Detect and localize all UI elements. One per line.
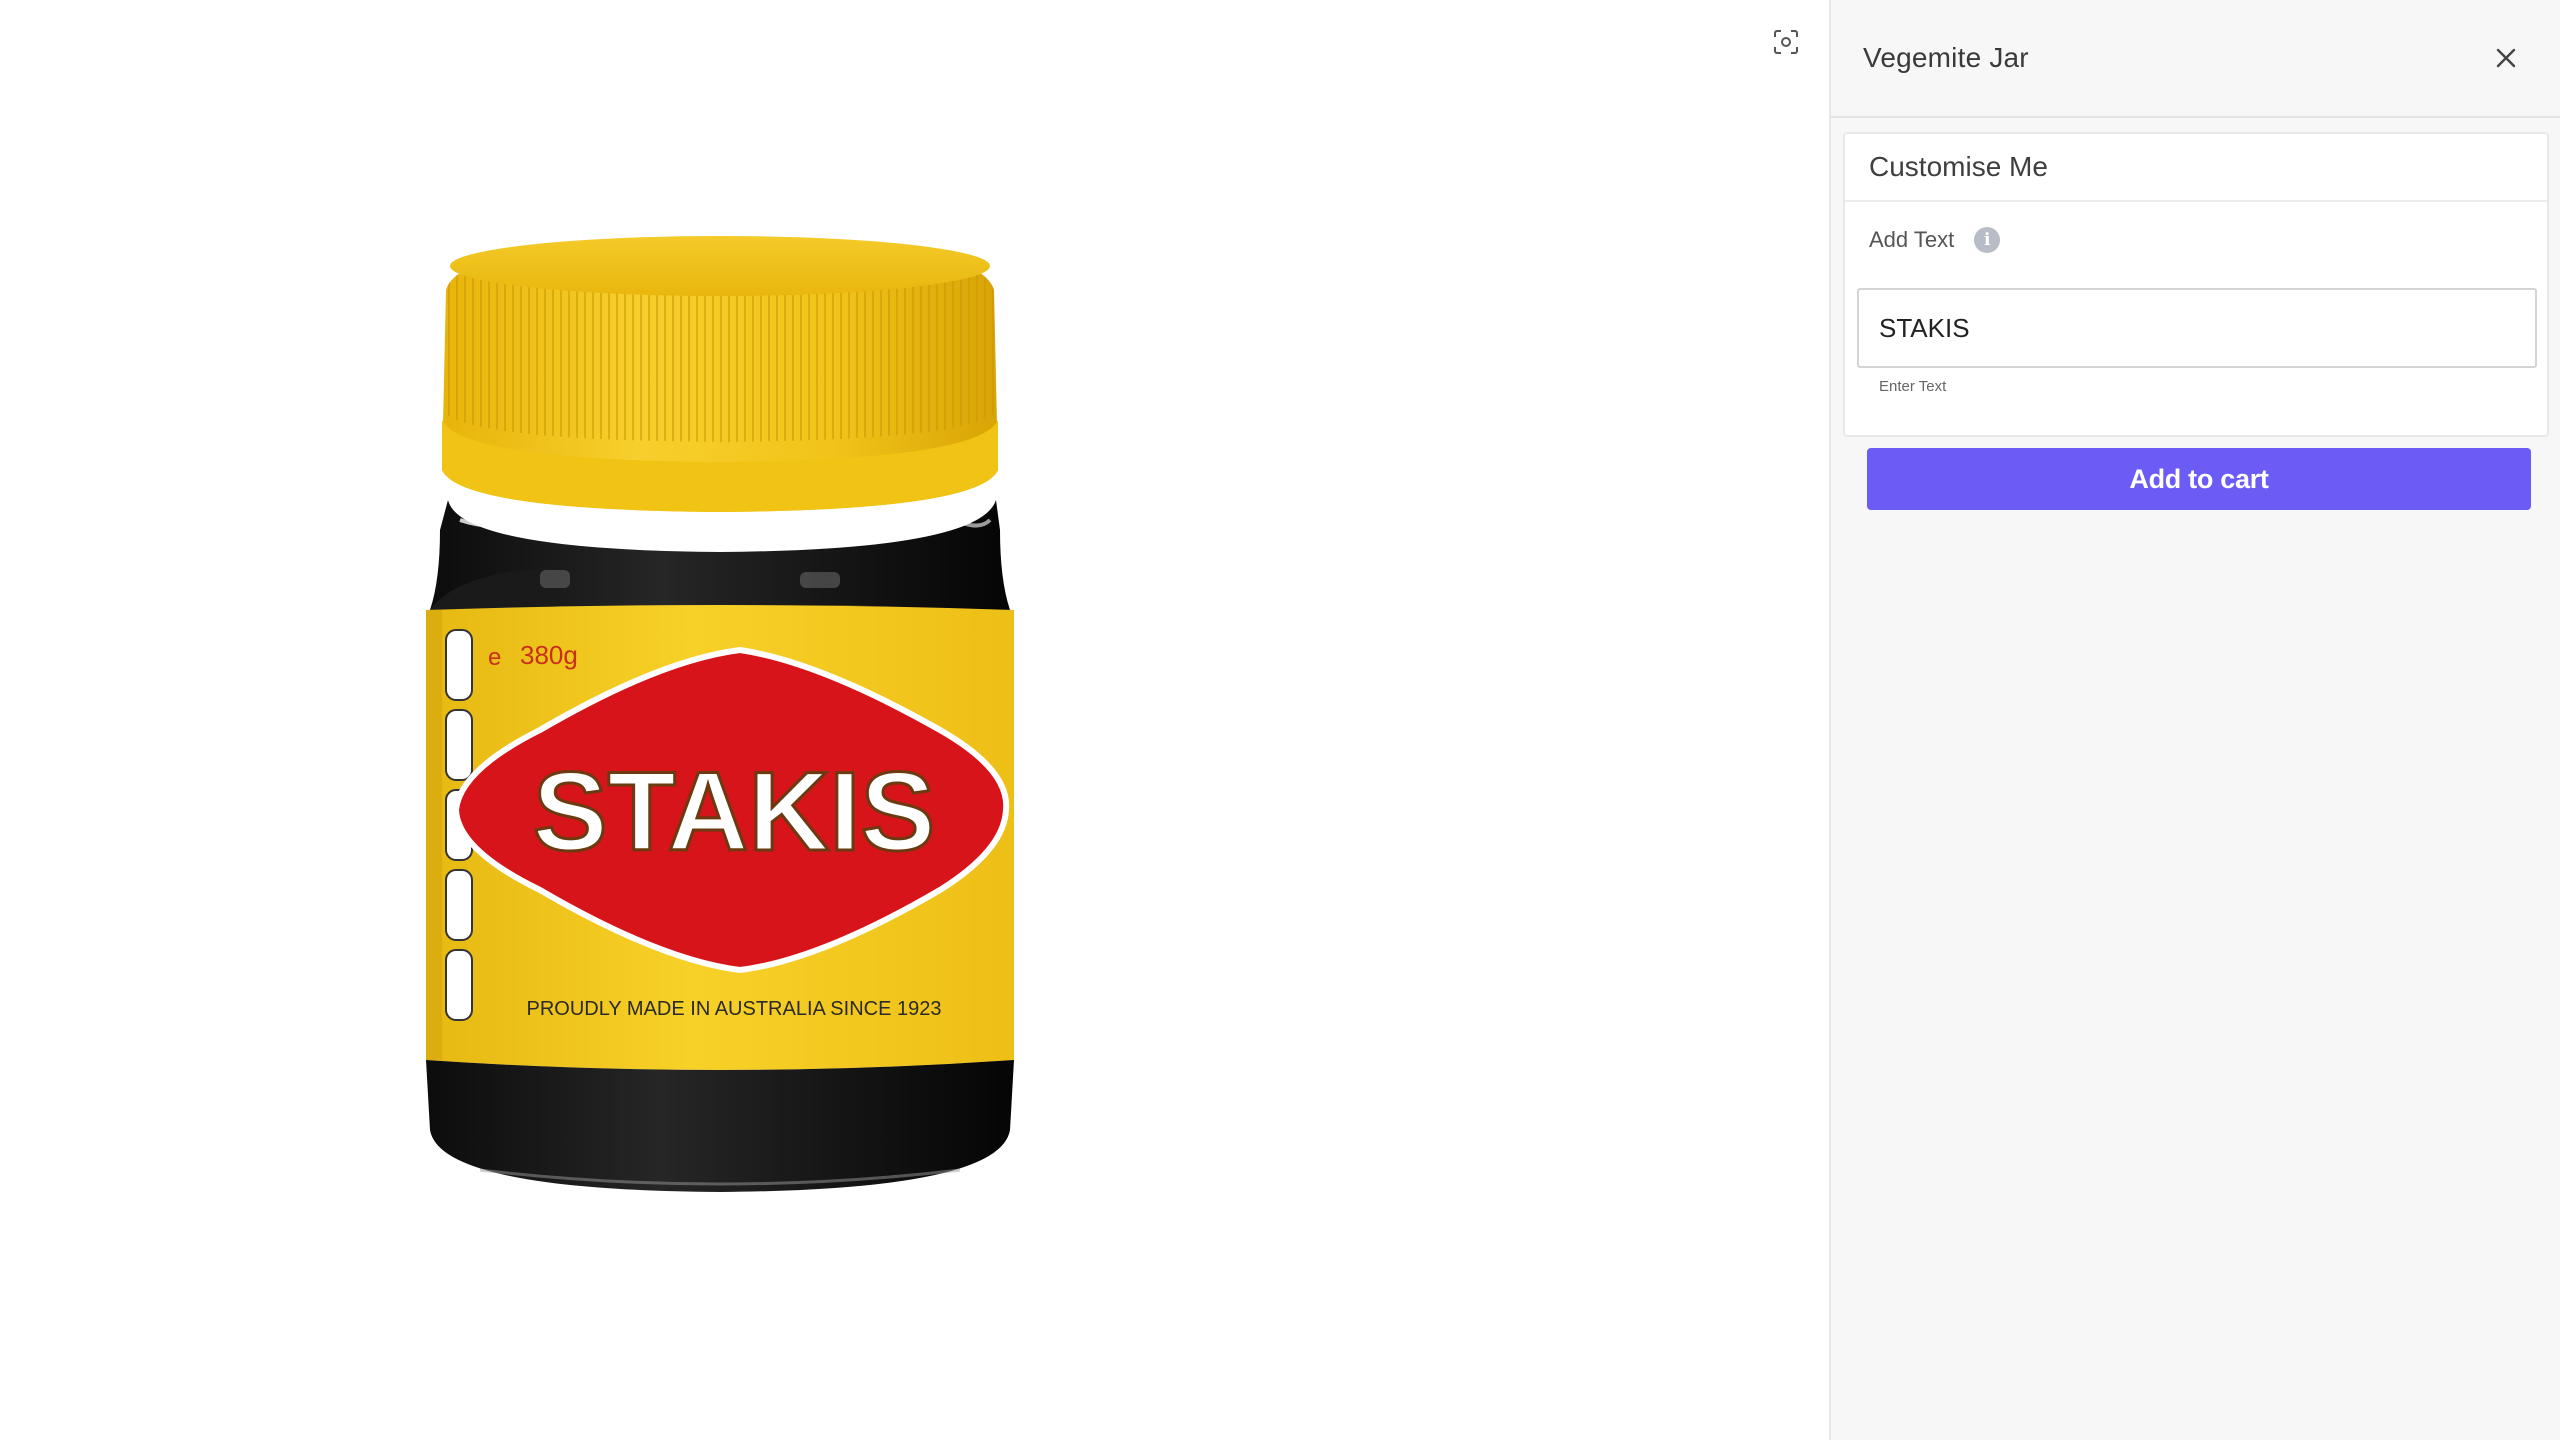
product-viewer[interactable]: e 380g STAKIS PROUDLY MADE IN AUSTRALIA … xyxy=(0,0,1829,1440)
add-to-cart-button[interactable]: Add to cart xyxy=(1867,448,2531,510)
section-title: Customise Me xyxy=(1845,134,2547,202)
customise-panel: Vegemite Jar Customise Me Add Text i Ent… xyxy=(1829,0,2560,1440)
brand-tagline: PROUDLY MADE IN AUSTRALIA SINCE 1923 xyxy=(527,998,942,1020)
panel-title: Vegemite Jar xyxy=(1863,42,2029,73)
panel-header: Vegemite Jar xyxy=(1831,0,2560,118)
screenshot-icon xyxy=(1774,30,1798,54)
add-text-label: Add Text xyxy=(1869,227,1955,252)
customise-card: Customise Me Add Text i Enter Text xyxy=(1843,132,2549,437)
product-jar[interactable]: e 380g STAKIS PROUDLY MADE IN AUSTRALIA … xyxy=(400,230,1040,1210)
close-button[interactable] xyxy=(2486,38,2526,78)
jar-illustration: e 380g STAKIS PROUDLY MADE IN AUSTRALIA … xyxy=(426,236,1014,1192)
brand-label-text: STAKIS xyxy=(533,749,935,874)
info-icon[interactable]: i xyxy=(1974,227,2001,253)
weight-label: 380g xyxy=(520,640,578,670)
app: e 380g STAKIS PROUDLY MADE IN AUSTRALIA … xyxy=(0,0,2560,1440)
screenshot-button[interactable] xyxy=(1770,26,1802,58)
helper-text: Enter Text xyxy=(1879,378,1947,395)
text-input[interactable] xyxy=(1857,288,2537,368)
field-label-row: Add Text i xyxy=(1845,224,2547,256)
weight-symbol: e xyxy=(488,644,501,671)
close-icon xyxy=(2496,48,2516,68)
